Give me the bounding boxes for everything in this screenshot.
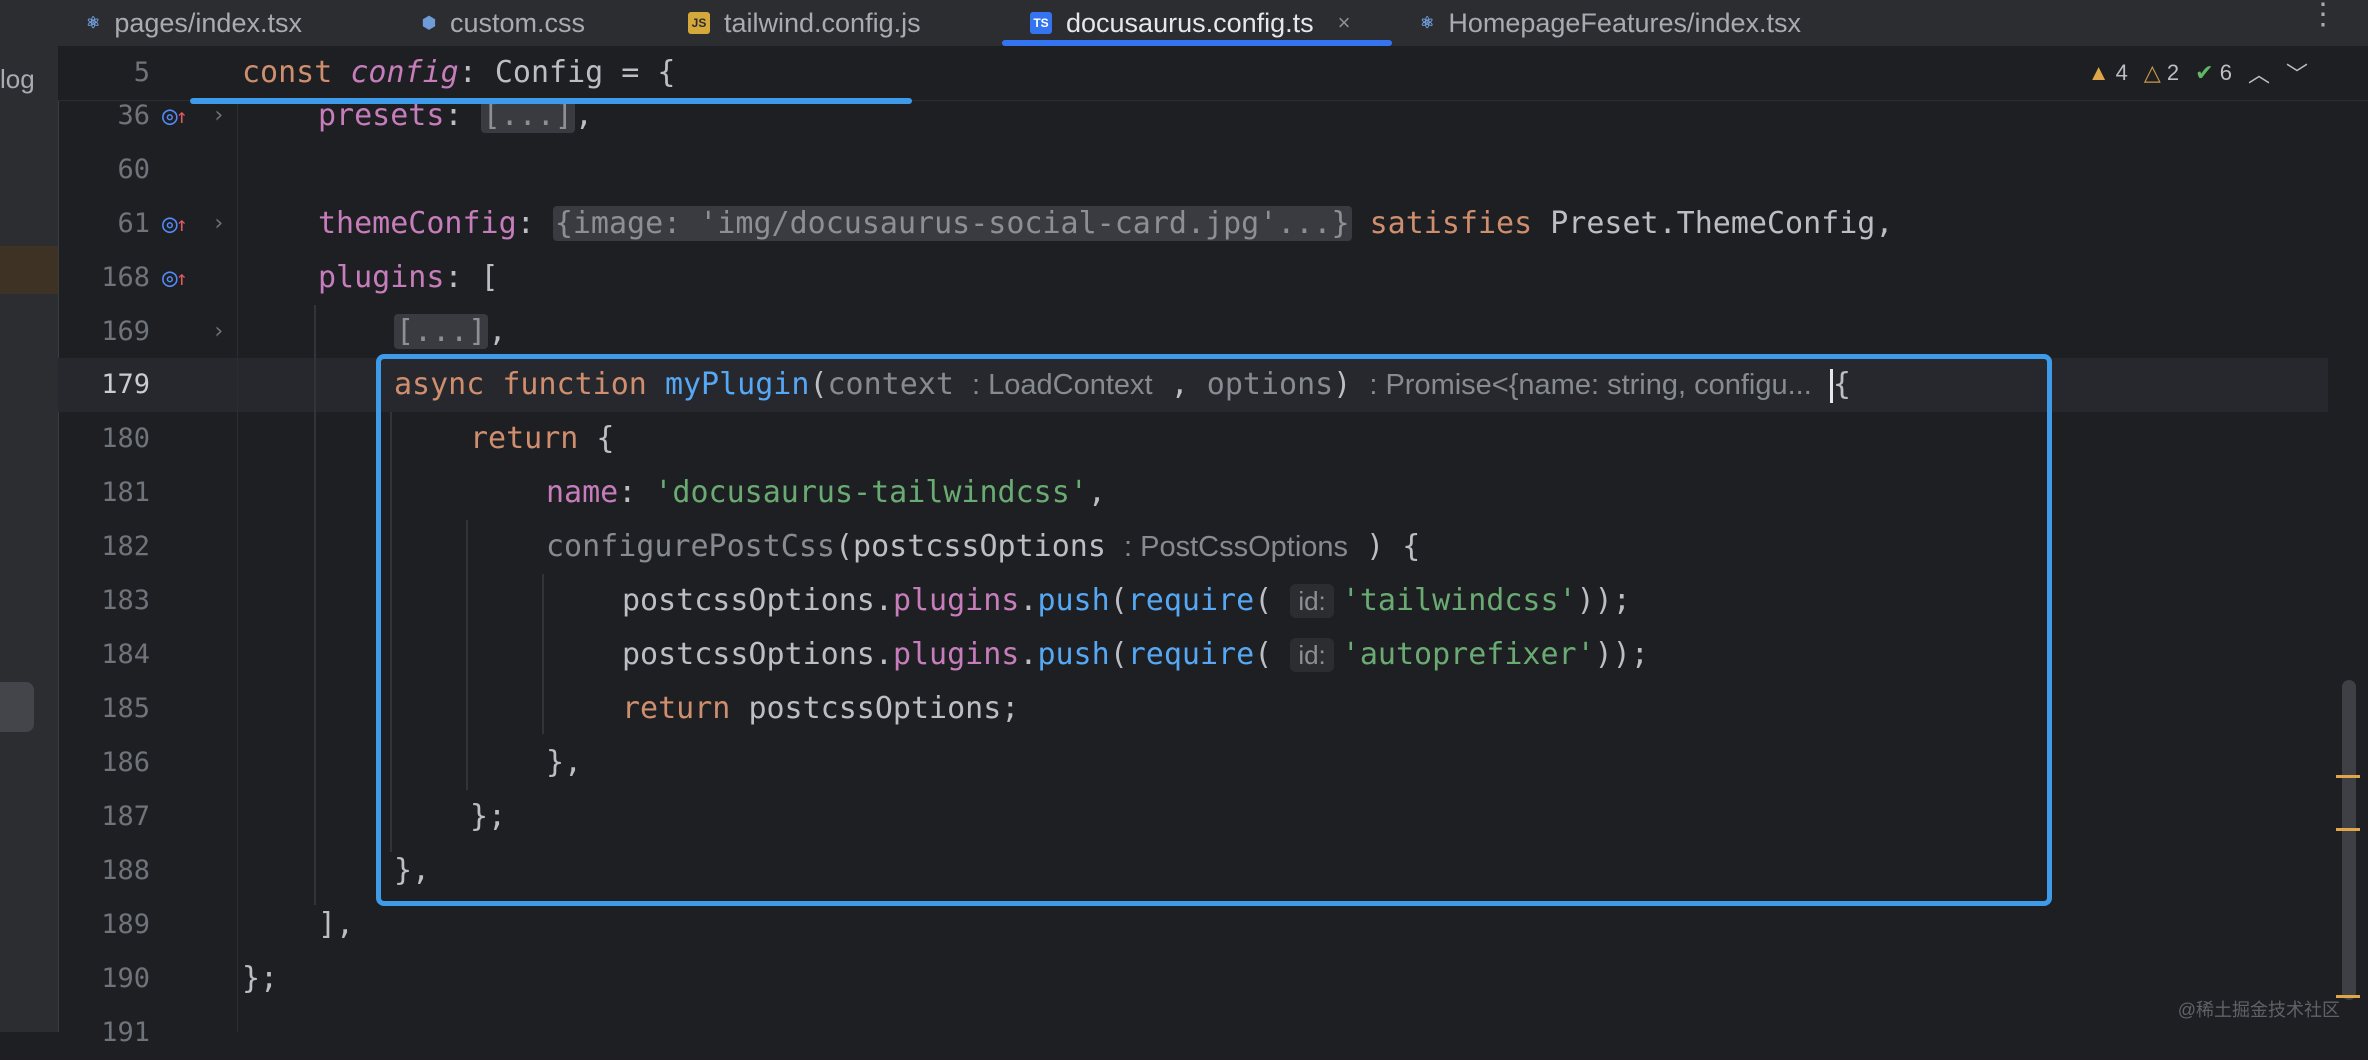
code-line: const config: Config = { bbox=[242, 55, 676, 90]
line-number: 168 bbox=[101, 262, 150, 293]
line-number: 180 bbox=[101, 423, 150, 454]
ts-icon: TS bbox=[1030, 12, 1052, 34]
line-number: 185 bbox=[101, 693, 150, 724]
line-number: 191 bbox=[101, 1017, 150, 1048]
line-number: 61 bbox=[117, 208, 150, 239]
warning-marker[interactable] bbox=[2336, 775, 2360, 778]
warning-marker[interactable] bbox=[2336, 828, 2360, 831]
warning-icon: ▲ bbox=[2087, 60, 2110, 85]
line-number: 187 bbox=[101, 801, 150, 832]
code-line: ], bbox=[318, 907, 355, 942]
folded-region[interactable]: {image: 'img/docusaurus-social-card.jpg'… bbox=[552, 206, 1352, 241]
tab-custom-css[interactable]: ⬢ custom.css bbox=[422, 0, 585, 46]
check-icon: ✔ bbox=[2195, 60, 2214, 85]
tab-label: custom.css bbox=[449, 7, 585, 38]
vertical-scrollbar[interactable] bbox=[2342, 680, 2356, 1000]
watermark: @稀土掘金技术社区 bbox=[2177, 1000, 2340, 1020]
folded-region[interactable]: [...] bbox=[394, 314, 489, 349]
sticky-underline bbox=[190, 98, 912, 104]
line-number: 5 bbox=[133, 57, 150, 88]
sticky-scope-header[interactable]: 5 const config: Config = { bbox=[58, 46, 2368, 101]
line-number: 186 bbox=[101, 747, 150, 778]
tool-window-button[interactable] bbox=[0, 682, 34, 732]
warning-count[interactable]: △ 2 bbox=[2144, 60, 2179, 86]
react-icon: ⚛ bbox=[86, 15, 101, 32]
line-number: 169 bbox=[101, 316, 150, 347]
js-icon: JS bbox=[688, 12, 710, 34]
weak-warning-icon: △ bbox=[2143, 60, 2161, 85]
highlight-box bbox=[376, 354, 2052, 906]
css-icon: ⬢ bbox=[422, 15, 436, 32]
editor-tab-bar: ⚛ pages/index.tsx ⬢ custom.css JS tailwi… bbox=[0, 0, 2368, 47]
fold-chevron-icon[interactable]: › bbox=[212, 197, 225, 251]
code-line: themeConfig: {image: 'img/docusaurus-soc… bbox=[318, 206, 1894, 241]
code-line: [...], bbox=[394, 314, 507, 349]
tab-label: HomepageFeatures/index.tsx bbox=[1448, 7, 1802, 38]
line-number: 60 bbox=[117, 154, 150, 185]
chevron-up-icon[interactable]: ︿ bbox=[2248, 57, 2270, 89]
line-number: 188 bbox=[101, 855, 150, 886]
tab-tailwind-config[interactable]: JS tailwind.config.js bbox=[688, 0, 921, 46]
line-number: 190 bbox=[101, 963, 150, 994]
chevron-down-icon[interactable]: ﹀ bbox=[2286, 57, 2308, 89]
error-count[interactable]: ▲ 4 bbox=[2088, 60, 2128, 86]
react-icon: ⚛ bbox=[1420, 15, 1435, 32]
code-line: plugins: [ bbox=[318, 260, 499, 295]
tool-window-highlight bbox=[0, 246, 58, 294]
line-number: 181 bbox=[101, 477, 150, 508]
line-number: 189 bbox=[101, 909, 150, 940]
implements-icon[interactable]: ◎↑ bbox=[162, 197, 188, 251]
tab-label: docusaurus.config.ts bbox=[1066, 7, 1314, 38]
code-line: }; bbox=[242, 961, 279, 996]
fold-chevron-icon[interactable]: › bbox=[212, 305, 225, 359]
implements-icon[interactable]: ◎↑ bbox=[162, 251, 188, 305]
inspection-widget[interactable]: ▲ 4 △ 2 ✔ 6 ︿ ﹀ bbox=[2088, 46, 2308, 100]
tab-label: tailwind.config.js bbox=[724, 7, 921, 38]
line-number: 179 bbox=[101, 369, 150, 400]
tab-homepage-features[interactable]: ⚛ HomepageFeatures/index.tsx bbox=[1420, 0, 1801, 46]
line-number: 184 bbox=[101, 639, 150, 670]
more-tabs-icon[interactable]: ⋮ bbox=[2308, 0, 2338, 30]
tab-pages-index[interactable]: ⚛ pages/index.tsx bbox=[86, 0, 302, 46]
line-number: 182 bbox=[101, 531, 150, 562]
line-number: 183 bbox=[101, 585, 150, 616]
left-tool-strip: log bbox=[0, 46, 59, 1032]
tab-label: pages/index.tsx bbox=[114, 7, 302, 38]
tool-window-label[interactable]: log bbox=[0, 64, 35, 95]
close-icon[interactable]: × bbox=[1338, 10, 1351, 36]
typo-count[interactable]: ✔ 6 bbox=[2195, 60, 2232, 86]
